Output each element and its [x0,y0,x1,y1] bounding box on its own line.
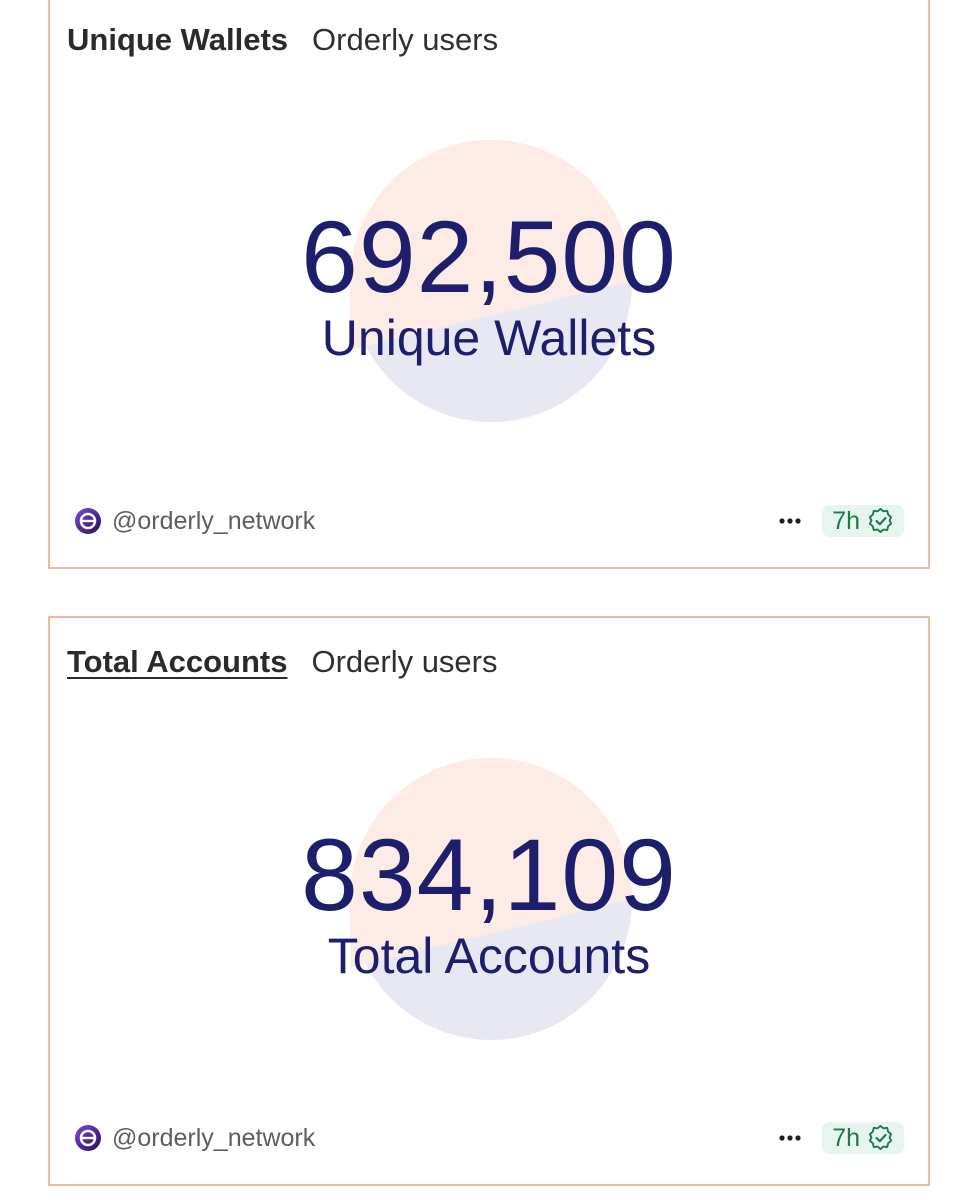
tab-total-accounts[interactable]: Total Accounts [67,644,287,680]
counter-visualization: 692,500 Unique Wallets [50,140,928,425]
tab-orderly-users[interactable]: Orderly users [311,644,497,680]
verified-check-icon [868,1125,893,1150]
counter-visualization: 834,109 Total Accounts [50,758,928,1043]
tab-orderly-users[interactable]: Orderly users [312,22,498,58]
creator-handle: @orderly_network [112,1123,316,1152]
orderly-avatar-icon [75,1125,101,1151]
card-footer: @orderly_network 7h [74,1118,904,1158]
freshness-time: 7h [832,507,860,535]
freshness-badge[interactable]: 7h [822,1122,904,1154]
card-tabs: Total Accounts Orderly users [67,644,498,680]
more-dots-icon[interactable] [776,1124,804,1152]
orderly-avatar-icon [75,508,101,534]
counter-value: 834,109 [301,818,677,932]
counter-label: Total Accounts [327,928,651,984]
verified-check-icon [868,508,893,533]
creator-link[interactable]: @orderly_network [74,1124,315,1153]
freshness-time: 7h [832,1124,860,1152]
footer-actions: 7h [776,1122,904,1154]
more-dots-icon[interactable] [776,507,804,535]
creator-handle: @orderly_network [112,506,316,535]
footer-actions: 7h [776,505,904,537]
counter-card-unique-wallets: Unique Wallets Orderly users 692,500 Uni… [48,0,930,569]
tab-unique-wallets[interactable]: Unique Wallets [67,22,288,58]
counter-value: 692,500 [301,200,677,314]
creator-link[interactable]: @orderly_network [74,507,315,536]
card-footer: @orderly_network 7h [74,501,904,541]
counter-card-total-accounts: Total Accounts Orderly users 834,109 Tot… [48,616,930,1186]
counter-label: Unique Wallets [321,310,657,366]
card-tabs: Unique Wallets Orderly users [67,22,498,58]
freshness-badge[interactable]: 7h [822,505,904,537]
